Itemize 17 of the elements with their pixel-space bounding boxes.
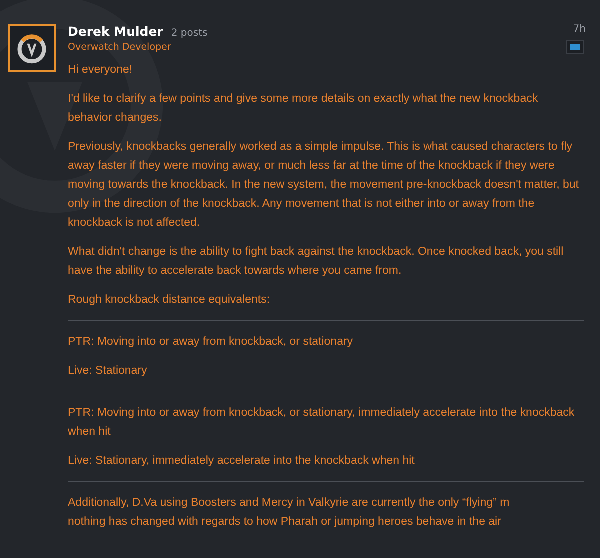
paragraph: Live: Stationary: [68, 364, 148, 379]
paragraph: What didn't change is the ability to fight back against the knockback. Once knocked back, you still have the ability to accelerate back towards where you came from.: [68, 245, 565, 279]
paragraph: I'd like to clarify a few points and give some more details on exactly what the new knockback behavior changes.: [68, 92, 540, 126]
paragraph: Previously, knockbacks generally worked as a simple impulse. This is what caused characters to fly away faster if they were moving away, or much less far at the time of the knockback if they were moving towards the knockback. In the new system, the movement pre-knockback doesn't matter, but only in the direction of the knockback. Any movement that is not either into or away from the knockback is not affected.: [68, 140, 580, 231]
text-line: nothing has changed with regards to how Pharah or jumping heroes behave in the air: [68, 515, 502, 530]
author-role: Overwatch Developer: [68, 42, 172, 53]
paragraph: Hi everyone!: [68, 63, 134, 78]
paragraph: Live: Stationary, immediately accelerate into the knockback when hit: [68, 454, 416, 469]
post-count: 2 posts: [171, 28, 208, 39]
avatar[interactable]: [8, 24, 56, 72]
post-time: 7h: [573, 24, 586, 35]
paragraph: PTR: Moving into or away from knockback, or stationary: [68, 335, 354, 350]
badge-icon: [566, 40, 584, 54]
text-line: Additionally, D.Va using Boosters and Mercy in Valkyrie are currently the only “flying” m: [68, 496, 510, 511]
paragraph: Rough knockback distance equivalents:: [68, 293, 272, 308]
paragraph: PTR: Moving into or away from knockback, or stationary, immediately accelerate into the knockback when hit: [68, 406, 576, 440]
author-name[interactable]: Derek Mulder: [68, 24, 164, 39]
